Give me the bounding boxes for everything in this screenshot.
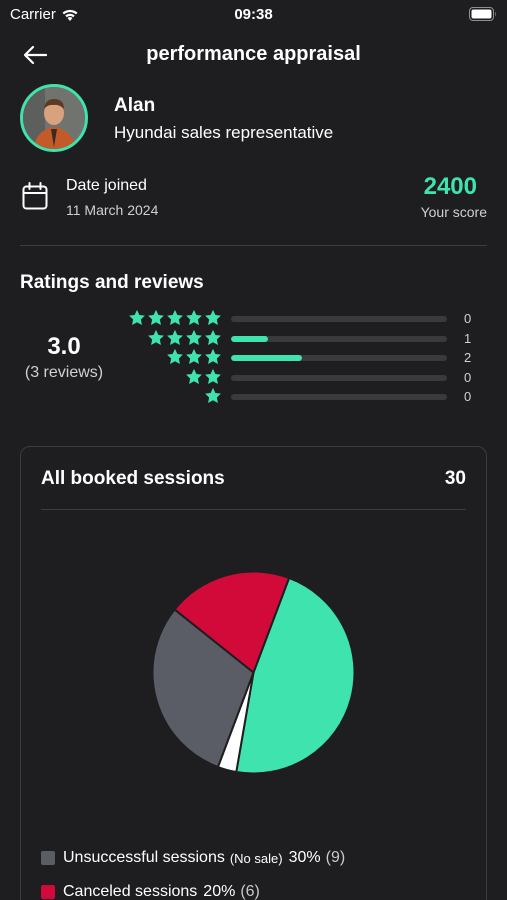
rating-bar bbox=[231, 374, 447, 381]
average-rating: 3.0 bbox=[47, 333, 81, 360]
sessions-title: All booked sessions bbox=[41, 468, 225, 489]
row-stars bbox=[128, 309, 222, 327]
star-icon bbox=[186, 349, 202, 365]
star-icon bbox=[129, 309, 145, 325]
status-time: 09:38 bbox=[234, 6, 273, 23]
rating-bar-fill bbox=[231, 355, 303, 362]
rating-count: 0 bbox=[464, 369, 472, 385]
sessions-pie-chart bbox=[151, 570, 356, 775]
row-stars bbox=[204, 387, 222, 405]
joined-section: Date joined 11 March 2024 2400 Your scor… bbox=[20, 172, 487, 224]
avatar bbox=[20, 84, 88, 152]
row-stars bbox=[147, 329, 222, 347]
row-stars bbox=[185, 368, 222, 386]
ratings-title: Ratings and reviews bbox=[20, 272, 204, 293]
rating-row: 1 bbox=[110, 329, 490, 349]
sessions-total: 30 bbox=[444, 468, 466, 489]
star-icon bbox=[186, 329, 202, 345]
star-icon bbox=[148, 329, 164, 345]
battery-icon bbox=[469, 7, 497, 25]
star-icon bbox=[205, 349, 221, 365]
legend-count: (9) bbox=[325, 849, 346, 866]
legend-percent: 20% bbox=[203, 883, 236, 900]
score-value: 2400 bbox=[423, 173, 477, 200]
legend-swatch-unsuccessful bbox=[41, 851, 55, 865]
section-divider bbox=[20, 245, 487, 246]
star-icon bbox=[186, 368, 202, 384]
rating-count: 1 bbox=[464, 330, 472, 346]
rating-bar bbox=[231, 335, 447, 342]
rating-count: 0 bbox=[464, 311, 472, 326]
rating-row: 2 bbox=[110, 348, 490, 368]
legend-percent: 30% bbox=[288, 849, 321, 866]
card-divider bbox=[41, 509, 466, 510]
legend-count: (6) bbox=[240, 883, 260, 900]
rating-row: 0 bbox=[110, 368, 490, 388]
legend-label: Canceled sessions bbox=[63, 883, 198, 900]
rating-bar bbox=[231, 394, 447, 401]
rating-row: 0 bbox=[110, 309, 490, 329]
rating-row: 0 bbox=[110, 387, 490, 407]
score-label: Your score bbox=[420, 204, 487, 220]
status-bar: Carrier 09:38 bbox=[0, 0, 507, 30]
page-title: performance appraisal bbox=[146, 43, 361, 65]
profile-role: Hyundai sales representative bbox=[114, 123, 334, 142]
rating-count: 0 bbox=[464, 389, 472, 405]
legend-label: Unsuccessful sessions bbox=[63, 849, 225, 866]
date-joined-value: 11 March 2024 bbox=[66, 202, 159, 218]
row-stars bbox=[166, 348, 222, 366]
rating-bar bbox=[231, 316, 447, 322]
rating-count: 2 bbox=[464, 350, 472, 366]
legend-item-unsuccessful: Unsuccessful sessions (No sale) 30% (9) bbox=[41, 849, 345, 867]
star-icon bbox=[167, 309, 183, 325]
star-icon bbox=[205, 388, 221, 404]
date-joined-label: Date joined bbox=[66, 177, 147, 194]
legend-note: (No sale) bbox=[229, 850, 283, 866]
nav-bar: performance appraisal bbox=[0, 36, 507, 74]
review-count: (3 reviews) bbox=[24, 364, 104, 381]
profile-name: Alan bbox=[114, 95, 156, 116]
star-icon bbox=[186, 309, 202, 325]
star-icon bbox=[148, 309, 164, 325]
rating-bar-fill bbox=[231, 335, 268, 342]
calendar-icon bbox=[22, 182, 48, 210]
star-icon bbox=[205, 309, 221, 325]
legend-item-canceled: Canceled sessions 20% (6) bbox=[41, 883, 260, 900]
star-icon bbox=[205, 368, 221, 384]
avatar-photo bbox=[23, 87, 85, 149]
star-icon bbox=[167, 349, 183, 365]
star-icon bbox=[205, 329, 221, 345]
legend-swatch-canceled bbox=[41, 885, 55, 899]
star-icon bbox=[167, 329, 183, 345]
profile-section: Alan Hyundai sales representative bbox=[20, 84, 487, 154]
rating-bar bbox=[231, 355, 447, 362]
